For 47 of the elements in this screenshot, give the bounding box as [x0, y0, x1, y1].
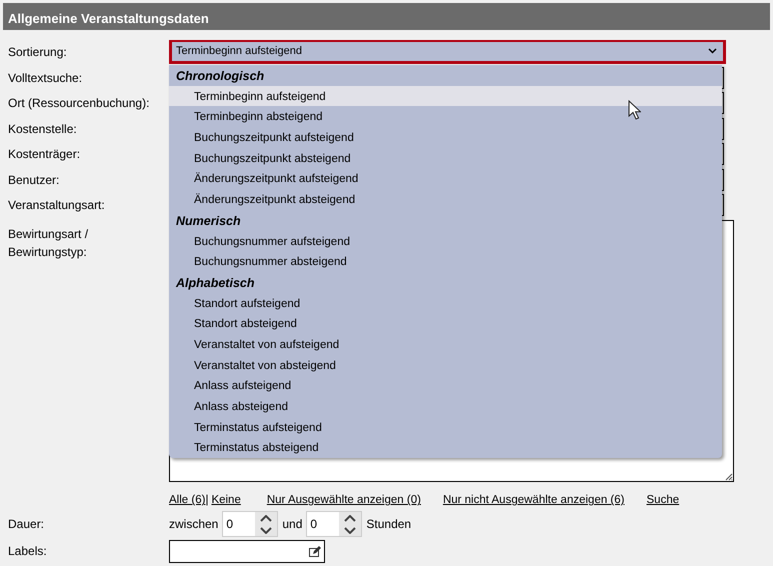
- filter-link[interactable]: Nur nicht Ausgewählte anzeigen (6): [442, 492, 624, 510]
- field-label: Dauer:: [8, 516, 46, 533]
- dropdown-option[interactable]: Buchungszeitpunkt aufsteigend: [169, 127, 722, 148]
- labels-field[interactable]: [169, 540, 325, 562]
- field-label: Volltextsuche:: [8, 70, 84, 87]
- field-label: Kostenträger:: [8, 146, 82, 164]
- filter-link[interactable]: Nur Ausgewählte anzeigen (0): [266, 492, 421, 510]
- field-label: Sortierung:: [8, 44, 68, 60]
- dropdown-option[interactable]: Buchungsnummer absteigend: [169, 251, 722, 272]
- link-separator: |: [205, 493, 208, 508]
- field-label: Bewirtungsart / Bewirtungstyp:: [8, 226, 90, 261]
- dropdown-option[interactable]: Standort aufsteigend: [169, 292, 722, 314]
- duration-text: Stunden: [366, 516, 412, 533]
- dropdown-option[interactable]: Standort absteigend: [169, 313, 722, 334]
- duration-text: zwischen: [169, 516, 218, 533]
- duration-text: und: [282, 516, 302, 533]
- filter-link[interactable]: Alle (6): [169, 492, 206, 510]
- dropdown-option[interactable]: Buchungszeitpunkt absteigend: [169, 148, 722, 168]
- dropdown-option[interactable]: Anlass absteigend: [169, 396, 722, 417]
- field-label: Benutzer:: [8, 172, 60, 189]
- dropdown-option[interactable]: Anlass aufsteigend: [169, 375, 722, 396]
- field-label: Labels:: [8, 543, 48, 560]
- dropdown-option[interactable]: Terminbeginn absteigend: [169, 106, 722, 128]
- filter-link[interactable]: Suche: [646, 492, 680, 510]
- dropdown-option[interactable]: Änderungszeitpunkt aufsteigend: [169, 168, 722, 190]
- edit-icon[interactable]: [309, 546, 321, 556]
- dropdown-option[interactable]: Veranstaltet von aufsteigend: [169, 334, 722, 355]
- resize-grip-icon[interactable]: [725, 473, 733, 481]
- dropdown-option[interactable]: Änderungszeitpunkt absteigend: [169, 189, 722, 210]
- dropdown-option[interactable]: Terminstatus absteigend: [169, 437, 722, 458]
- option-group-label: Numerisch: [175, 212, 242, 230]
- section-header: Allgemeine Veranstaltungsdaten: [3, 3, 770, 30]
- field-label: Kostenstelle:: [8, 120, 78, 138]
- filter-link[interactable]: Keine: [211, 492, 241, 510]
- field-label: Veranstaltungsart:: [8, 197, 106, 214]
- dropdown-option[interactable]: Buchungsnummer aufsteigend: [169, 230, 722, 252]
- number-spinner[interactable]: 0: [222, 511, 278, 537]
- dropdown-option[interactable]: Veranstaltet von absteigend: [169, 354, 722, 376]
- field-label: Ort (Ressourcenbuchung):: [8, 95, 150, 112]
- option-group-label: Chronologisch: [175, 68, 266, 85]
- chevron-icon: [708, 48, 717, 54]
- number-spinner[interactable]: 0: [306, 511, 362, 537]
- sort-dropdown[interactable]: Terminbeginn aufsteigend: [169, 40, 726, 64]
- dropdown-option[interactable]: Terminbeginn aufsteigend: [169, 86, 722, 106]
- mouse-pointer-icon: [628, 100, 641, 120]
- option-group-label: Alphabetisch: [174, 274, 256, 292]
- dropdown-option[interactable]: Terminstatus aufsteigend: [169, 416, 722, 438]
